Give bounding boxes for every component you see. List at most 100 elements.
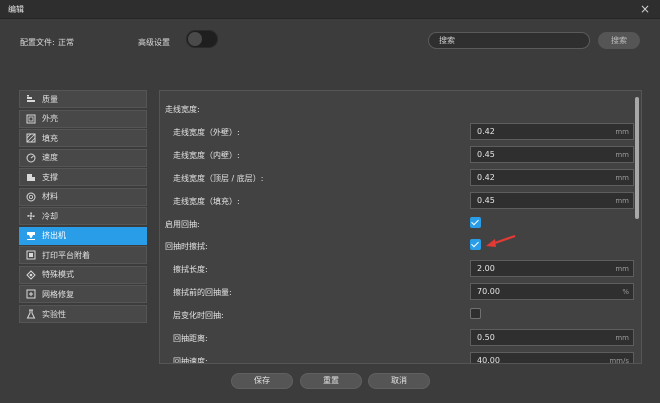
sidebar-item-label: 实验性 <box>42 309 66 319</box>
save-button[interactable]: 保存 <box>231 373 293 389</box>
sidebar-item-support[interactable]: 支撑 <box>19 168 147 187</box>
sidebar-item-experimental[interactable]: 实验性 <box>19 305 147 324</box>
sidebar-item-material[interactable]: 材料 <box>19 187 147 206</box>
annotation-arrow-icon <box>486 235 516 248</box>
setting-row: 走线宽度（外壁）: 0.42 mm <box>160 122 634 141</box>
setting-value: 0.45 <box>477 195 495 205</box>
setting-row: 走线宽度（顶层 / 底层）: 0.42 mm <box>160 168 634 187</box>
sidebar-item-label: 冷却 <box>42 211 58 221</box>
setting-unit: mm <box>615 196 629 205</box>
sidebar-item-infill[interactable]: 填充 <box>19 129 147 148</box>
sidebar-item-label: 特殊模式 <box>42 270 74 280</box>
sidebar-item-bed-adhesion[interactable]: 打印平台附着 <box>19 246 147 265</box>
sidebar-item-label: 挤出机 <box>42 231 66 241</box>
setting-checkbox[interactable] <box>470 216 481 228</box>
setting-label: 回抽时擦拭: <box>165 242 208 252</box>
setting-value-field[interactable]: 70.00% <box>470 283 634 301</box>
experimental-icon <box>26 309 36 319</box>
setting-value-field[interactable]: 0.42 mm <box>470 168 634 186</box>
setting-row: 启用回抽: <box>160 215 630 233</box>
setting-label: 走线宽度（内壁）: <box>173 150 240 160</box>
setting-value: 0.42 <box>477 172 495 182</box>
setting-row: 回抽速度: 40.00 mm/s <box>160 351 634 364</box>
setting-unit: mm <box>615 173 629 182</box>
sidebar-item-label: 速度 <box>42 153 58 163</box>
sidebar-item-special-mode[interactable]: 特殊模式 <box>19 265 147 284</box>
setting-label: 走线宽度: <box>165 105 200 114</box>
sidebar-item-cooling[interactable]: 冷却 <box>19 207 147 226</box>
setting-label: 擦拭前的回抽量: <box>173 288 232 298</box>
setting-row: 擦拭长度: 2.00 mm <box>160 260 634 278</box>
setting-value: 2.00 <box>477 264 495 274</box>
sidebar-item-label: 填充 <box>42 133 58 143</box>
setting-unit: mm <box>615 265 629 274</box>
setting-unit: mm/s <box>609 356 629 364</box>
reset-button[interactable]: 重置 <box>300 373 362 389</box>
setting-label: 启用回抽: <box>165 219 200 229</box>
setting-unit: mm <box>615 334 629 342</box>
sidebar-item-shell[interactable]: 外壳 <box>19 109 147 128</box>
setting-value-field[interactable]: 0.42 mm <box>470 122 634 140</box>
sidebar-item-label: 质量 <box>42 94 58 104</box>
bed-adhesion-icon <box>26 250 36 260</box>
sidebar-item-label: 外壳 <box>42 114 58 124</box>
setting-value-field[interactable]: 0.45 mm <box>470 191 634 209</box>
setting-value-field[interactable]: 0.45 mm <box>470 145 634 163</box>
config-file-value: 正常 <box>58 38 74 47</box>
setting-unit: % <box>622 288 629 297</box>
advanced-settings-toggle[interactable] <box>186 30 218 48</box>
mesh-fix-icon <box>26 289 36 299</box>
setting-value-field[interactable]: 2.00 mm <box>470 260 634 278</box>
support-icon <box>26 172 36 182</box>
sidebar-item-label: 网格修复 <box>42 289 74 299</box>
setting-label: 回抽速度: <box>173 356 208 364</box>
setting-row: 回抽时擦拭: <box>160 235 630 255</box>
setting-label: 层变化时回抽: <box>173 311 224 321</box>
sidebar-item-mesh-fix[interactable]: 网格修复 <box>19 285 147 304</box>
setting-row: 回抽距离: 0.50 mm <box>160 329 634 347</box>
search-button[interactable]: 搜索 <box>598 32 640 49</box>
window-title: 编辑 <box>8 5 24 14</box>
setting-row: 走线宽度（填充）: 0.45 mm <box>160 191 634 210</box>
setting-label: 走线宽度（外壁）: <box>173 127 240 137</box>
sidebar-item-label: 支撑 <box>42 172 58 182</box>
speed-icon <box>26 153 36 163</box>
toggle-knob <box>188 32 202 46</box>
setting-unit: mm <box>615 127 629 136</box>
setting-value: 70.00 <box>477 287 500 297</box>
setting-value-field[interactable]: 0.50 mm <box>470 329 634 346</box>
title-bar: 编辑 × <box>0 0 660 19</box>
shell-icon <box>26 114 36 124</box>
cancel-button[interactable]: 取消 <box>368 373 430 389</box>
setting-row: 走线宽度（内壁）: 0.45 mm <box>160 145 634 164</box>
close-icon[interactable]: × <box>638 2 652 16</box>
cooling-icon <box>26 211 36 221</box>
sidebar-item-quality[interactable]: 质量 <box>19 90 147 108</box>
config-file-label: 配置文件: <box>20 38 55 47</box>
setting-value: 40.00 <box>477 355 500 364</box>
setting-unit: mm <box>615 150 629 159</box>
sidebar-item-label: 打印平台附着 <box>42 250 90 260</box>
sidebar-item-label: 材料 <box>42 192 58 202</box>
setting-label: 擦拭长度: <box>173 265 208 275</box>
special-mode-icon <box>26 270 36 280</box>
setting-value: 0.45 <box>477 149 495 159</box>
quality-icon <box>26 94 36 104</box>
extruder-icon <box>26 231 36 241</box>
setting-checkbox[interactable] <box>470 308 481 320</box>
setting-value-field[interactable]: 40.00 mm/s <box>470 351 634 364</box>
setting-row: 层变化时回抽: <box>160 306 630 324</box>
setting-row: 擦拭前的回抽量: 70.00% <box>160 283 634 301</box>
search-input[interactable] <box>428 32 590 49</box>
category-sidebar: 质量外壳填充速度支撑材料冷却挤出机打印平台附着 特殊模式网格修复实验性 <box>19 90 147 325</box>
infill-icon <box>26 133 36 143</box>
setting-value: 0.42 <box>477 126 495 136</box>
panel-scrollbar[interactable] <box>635 97 639 219</box>
setting-checkbox[interactable] <box>470 239 481 251</box>
sidebar-item-extruder[interactable]: 挤出机 <box>19 226 147 245</box>
setting-row: 走线宽度: <box>160 100 630 118</box>
setting-value: 0.50 <box>477 333 495 342</box>
setting-label: 走线宽度（顶层 / 底层）: <box>173 173 264 183</box>
sidebar-item-speed[interactable]: 速度 <box>19 148 147 167</box>
setting-label: 走线宽度（填充）: <box>173 196 240 206</box>
